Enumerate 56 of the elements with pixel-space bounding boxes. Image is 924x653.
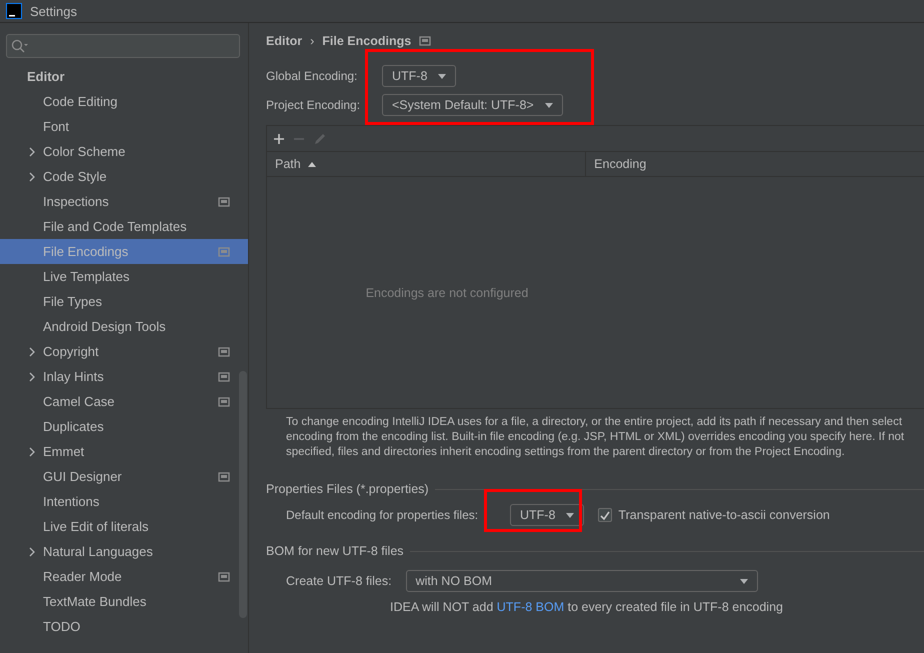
sidebar-item[interactable]: Code Editing: [0, 89, 248, 114]
sidebar-item[interactable]: Inspections: [0, 189, 248, 214]
sidebar-item[interactable]: Font: [0, 114, 248, 139]
sidebar-item[interactable]: Live Edit of literals: [0, 514, 248, 539]
dropdown[interactable]: with NO BOM: [406, 570, 758, 592]
search-field[interactable]: [6, 34, 240, 58]
sidebar-item[interactable]: Inlay Hints: [0, 364, 248, 389]
sidebar-item[interactable]: TODO: [0, 614, 248, 639]
checkmark-icon: [599, 510, 612, 520]
pencil-icon: [313, 132, 327, 146]
checkbox-box[interactable]: [598, 508, 612, 522]
dropdown[interactable]: UTF-8: [510, 504, 584, 526]
sidebar-item[interactable]: Natural Languages: [0, 539, 248, 564]
field-label: Global Encoding:: [266, 68, 358, 82]
dropdown[interactable]: UTF-8: [382, 64, 456, 86]
sidebar-item[interactable]: Emmet: [0, 439, 248, 464]
scrollbar-thumb[interactable]: [239, 371, 247, 618]
column-header[interactable]: Path: [267, 152, 586, 176]
sidebar-item[interactable]: Android Design Tools: [0, 314, 248, 339]
sidebar-item[interactable]: GUI Designer: [0, 464, 248, 489]
section-title: Properties Files (*.properties): [266, 482, 429, 496]
window-title: Settings: [30, 4, 77, 18]
breadcrumb-separator: ›: [310, 34, 314, 48]
dropdown[interactable]: <System Default: UTF-8>: [382, 94, 563, 116]
sidebar-item[interactable]: Live Templates: [0, 264, 248, 289]
sidebar-item[interactable]: Reader Mode: [0, 564, 248, 589]
field-label: Default encoding for properties files:: [286, 508, 480, 522]
description-text: To change encoding IntelliJ IDEA uses for a file, a directory, or the entire project, add its path if necessary and then select encoding from the encoding list. Built-in file encoding (e.g. JSP, HTML or XML) overrides encoding you specify here. If not specified, files and directories inherit encoding settings from the parent directory or from the Project Encoding.: [285, 415, 906, 460]
search-icon: [11, 39, 29, 53]
sidebar-item[interactable]: Duplicates: [0, 414, 248, 439]
sidebar-item[interactable]: Color Scheme: [0, 139, 248, 164]
breadcrumb-current: File Encodings: [322, 34, 412, 48]
caret-icon: [738, 577, 749, 585]
note-text: IDEA will NOT add UTF-8 BOM to every created file in UTF-8 encoding: [389, 600, 784, 614]
sidebar-item[interactable]: Code Style: [0, 164, 248, 189]
link[interactable]: UTF-8 BOM: [496, 600, 564, 614]
field-label: Create UTF-8 files:: [286, 574, 392, 588]
sidebar-item[interactable]: TextMate Bundles: [0, 589, 248, 614]
column-header[interactable]: Encoding: [586, 152, 924, 176]
sidebar-item[interactable]: Editor: [0, 64, 248, 89]
sidebar-item[interactable]: File and Code Templates: [0, 214, 248, 239]
field-label: Project Encoding:: [266, 98, 362, 112]
sidebar-item[interactable]: Camel Case: [0, 389, 248, 414]
checkbox[interactable]: Transparent native-to-ascii conversion: [598, 508, 830, 522]
breadcrumb-link[interactable]: Editor: [266, 34, 302, 48]
sidebar-item[interactable]: Intentions: [0, 489, 248, 514]
add-icon: [273, 132, 285, 144]
caret-icon: [544, 100, 554, 108]
app-logo-icon: [6, 3, 22, 19]
caret-icon: [565, 511, 576, 519]
empty-state-text: Encodings are not configured: [366, 286, 528, 300]
project-level-icon: [419, 35, 432, 47]
sidebar-item[interactable]: File Types: [0, 289, 248, 314]
section-title: BOM for new UTF-8 files: [266, 544, 404, 558]
caret-icon: [437, 72, 448, 80]
sidebar-item[interactable]: Copyright: [0, 339, 248, 364]
